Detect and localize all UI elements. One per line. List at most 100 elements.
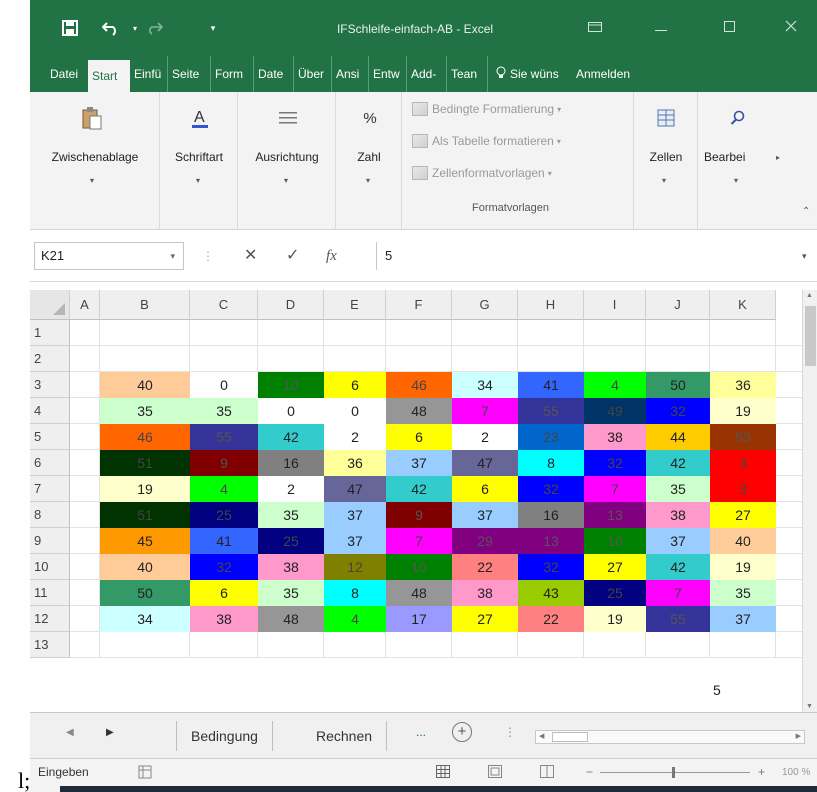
- sheet-next-icon[interactable]: ▶: [106, 727, 114, 738]
- horizontal-scrollbar[interactable]: ◀ ▶: [535, 730, 805, 744]
- cell-c11[interactable]: 6: [190, 580, 258, 606]
- group-cells[interactable]: Zellen ▾: [634, 92, 698, 230]
- cell-d9[interactable]: 25: [258, 528, 324, 554]
- cell-e7[interactable]: 47: [324, 476, 386, 502]
- sheet-tab-rechnen[interactable]: Rechnen: [302, 721, 388, 751]
- cell-g9[interactable]: 29: [452, 528, 518, 554]
- cell-b11[interactable]: 50: [100, 580, 190, 606]
- cell-g12[interactable]: 27: [452, 606, 518, 632]
- cell-k12[interactable]: 37: [710, 606, 776, 632]
- cell-h4[interactable]: 55: [518, 398, 584, 424]
- cell-h6[interactable]: 8: [518, 450, 584, 476]
- cell-c4[interactable]: 35: [190, 398, 258, 424]
- tab-einfuegen[interactable]: Einfü: [130, 56, 168, 92]
- cell-c6[interactable]: 9: [190, 450, 258, 476]
- cell-c5[interactable]: 55: [190, 424, 258, 450]
- cell-i7[interactable]: 7: [584, 476, 646, 502]
- zoom-slider-thumb[interactable]: [672, 767, 675, 778]
- column-header-d[interactable]: D: [258, 290, 324, 320]
- row-header-11[interactable]: 11: [30, 580, 70, 606]
- scroll-up-icon[interactable]: ▲: [806, 292, 813, 299]
- cell-d7[interactable]: 2: [258, 476, 324, 502]
- macro-record-icon[interactable]: [138, 765, 152, 782]
- cell-e11[interactable]: 8: [324, 580, 386, 606]
- tab-ueberpruefen[interactable]: Über: [294, 56, 332, 92]
- row-header-3[interactable]: 3: [30, 372, 70, 398]
- cell-g8[interactable]: 37: [452, 502, 518, 528]
- row-header-2[interactable]: 2: [30, 346, 70, 372]
- cell-j12[interactable]: 55: [646, 606, 710, 632]
- cell-i8[interactable]: 13: [584, 502, 646, 528]
- cell-i10[interactable]: 27: [584, 554, 646, 580]
- cell-f3[interactable]: 46: [386, 372, 452, 398]
- cell-f6[interactable]: 37: [386, 450, 452, 476]
- vertical-scroll-thumb[interactable]: [805, 306, 816, 366]
- cell-f7[interactable]: 42: [386, 476, 452, 502]
- cell-i5[interactable]: 38: [584, 424, 646, 450]
- group-editing[interactable]: Bearbei ▸ ▾: [698, 92, 788, 230]
- cell-h9[interactable]: 13: [518, 528, 584, 554]
- row-header-5[interactable]: 5: [30, 424, 70, 450]
- save-icon[interactable]: [58, 16, 82, 40]
- cell-i6[interactable]: 32: [584, 450, 646, 476]
- cell-g3[interactable]: 34: [452, 372, 518, 398]
- cell-b3[interactable]: 40: [100, 372, 190, 398]
- page-layout-view-icon[interactable]: [488, 765, 502, 781]
- cell-f9[interactable]: 7: [386, 528, 452, 554]
- cell-b5[interactable]: 46: [100, 424, 190, 450]
- chevron-down-icon[interactable]: ▾: [170, 243, 175, 269]
- cell-h11[interactable]: 43: [518, 580, 584, 606]
- cell-i3[interactable]: 4: [584, 372, 646, 398]
- cell-f8[interactable]: 9: [386, 502, 452, 528]
- cell-e9[interactable]: 37: [324, 528, 386, 554]
- cell-e8[interactable]: 37: [324, 502, 386, 528]
- cell-g7[interactable]: 6: [452, 476, 518, 502]
- row-header-8[interactable]: 8: [30, 502, 70, 528]
- cell-h7[interactable]: 32: [518, 476, 584, 502]
- cell-b6[interactable]: 51: [100, 450, 190, 476]
- cell-k10[interactable]: 19: [710, 554, 776, 580]
- zoom-slider[interactable]: [600, 767, 750, 778]
- enter-icon[interactable]: ✓: [286, 242, 299, 270]
- cell-j11[interactable]: 7: [646, 580, 710, 606]
- ribbon-display-icon[interactable]: [580, 14, 610, 40]
- column-header-h[interactable]: H: [518, 290, 584, 320]
- cell-b12[interactable]: 34: [100, 606, 190, 632]
- cell-h5[interactable]: 23: [518, 424, 584, 450]
- cell-h12[interactable]: 22: [518, 606, 584, 632]
- cell-h10[interactable]: 32: [518, 554, 584, 580]
- cell-i4[interactable]: 49: [584, 398, 646, 424]
- conditional-formatting-button[interactable]: Bedingte Formatierung ▾: [412, 102, 561, 116]
- tab-daten[interactable]: Date: [254, 56, 294, 92]
- cell-j6[interactable]: 42: [646, 450, 710, 476]
- name-box[interactable]: K21 ▾: [34, 242, 184, 270]
- cell-k6[interactable]: 3: [710, 450, 776, 476]
- row-header-10[interactable]: 10: [30, 554, 70, 580]
- cell-d5[interactable]: 42: [258, 424, 324, 450]
- cell-j10[interactable]: 42: [646, 554, 710, 580]
- customize-qat-icon[interactable]: ▾: [206, 16, 220, 40]
- add-sheet-icon[interactable]: +: [452, 722, 472, 742]
- column-header-c[interactable]: C: [190, 290, 258, 320]
- cell-k11[interactable]: 35: [710, 580, 776, 606]
- tab-ansicht[interactable]: Ansi: [332, 56, 369, 92]
- cell-g11[interactable]: 38: [452, 580, 518, 606]
- zoom-out-icon[interactable]: −: [586, 765, 593, 779]
- cell-e3[interactable]: 6: [324, 372, 386, 398]
- normal-view-icon[interactable]: [436, 765, 450, 781]
- cell-j3[interactable]: 50: [646, 372, 710, 398]
- tab-add-ins[interactable]: Add-: [407, 56, 447, 92]
- tab-datei[interactable]: Datei: [30, 56, 88, 92]
- cell-b9[interactable]: 45: [100, 528, 190, 554]
- column-header-j[interactable]: J: [646, 290, 710, 320]
- cell-d10[interactable]: 38: [258, 554, 324, 580]
- column-header-a[interactable]: A: [70, 290, 100, 320]
- cell-g6[interactable]: 47: [452, 450, 518, 476]
- tab-formeln[interactable]: Form: [211, 56, 254, 92]
- cell-i9[interactable]: 10: [584, 528, 646, 554]
- sign-in-link[interactable]: Anmelden: [572, 56, 642, 92]
- insert-function-icon[interactable]: fx: [326, 242, 337, 270]
- cell-f4[interactable]: 48: [386, 398, 452, 424]
- cell-f5[interactable]: 6: [386, 424, 452, 450]
- cell-k4[interactable]: 19: [710, 398, 776, 424]
